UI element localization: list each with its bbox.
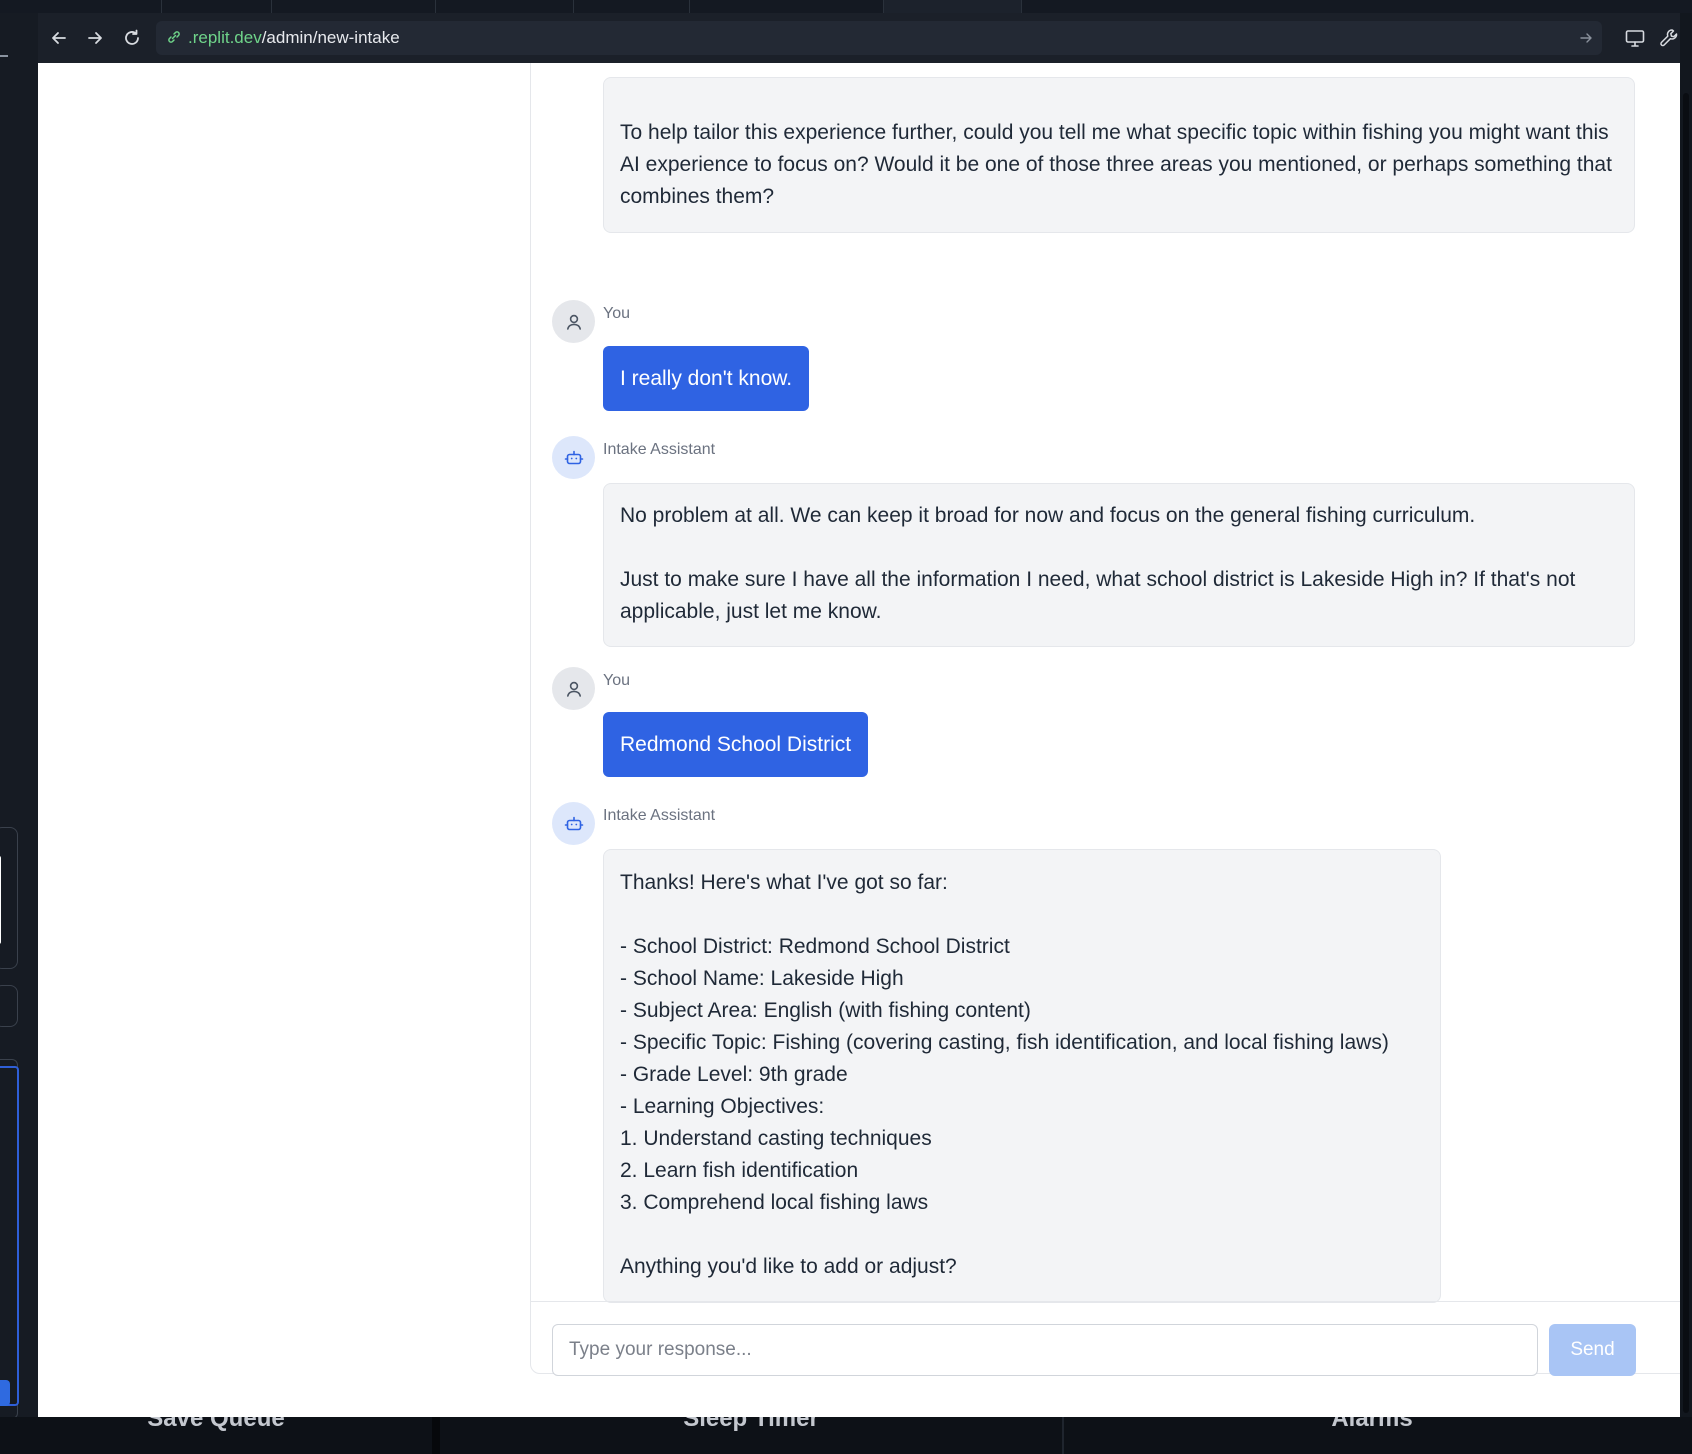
page-viewport: To help tailor this experience further, … xyxy=(38,63,1680,1417)
tab-sleep-timer[interactable]: Sleep Timer xyxy=(432,1417,1064,1454)
devtools-button[interactable] xyxy=(1658,27,1680,49)
page-sidebar-blank xyxy=(38,63,530,1417)
response-input[interactable] xyxy=(552,1324,1538,1376)
go-arrow-icon[interactable] xyxy=(1578,30,1594,46)
send-button[interactable]: Send xyxy=(1549,1324,1636,1376)
screen: .replit.dev/admin/new-intake To help tai… xyxy=(0,0,1692,1454)
left-panel xyxy=(0,13,38,1454)
user-message: Redmond School District xyxy=(603,712,869,777)
bottom-tabs: Save Queue Sleep Timer Alarms xyxy=(0,1417,1692,1454)
tab-label: Sleep Timer xyxy=(683,1417,819,1432)
browser-tab[interactable] xyxy=(436,0,574,13)
url-path: /admin/new-intake xyxy=(261,28,400,47)
reload-icon xyxy=(125,29,139,45)
wrench-icon xyxy=(1660,29,1678,47)
intake-chat-panel: To help tailor this experience further, … xyxy=(530,63,1680,1376)
user-avatar xyxy=(552,300,595,343)
devices-button[interactable] xyxy=(1624,27,1646,49)
sender-name: Intake Assistant xyxy=(603,807,716,824)
user-icon xyxy=(566,681,581,697)
sender-name: Intake Assistant xyxy=(603,441,716,458)
scrollbar[interactable] xyxy=(1683,93,1689,1413)
assistant-message: No problem at all. We can keep it broad … xyxy=(603,483,1635,647)
arrow-left-icon xyxy=(52,32,66,44)
browser-tab[interactable] xyxy=(38,0,162,13)
user-avatar xyxy=(552,667,595,710)
url-text: .replit.dev/admin/new-intake xyxy=(188,28,400,48)
back-button[interactable] xyxy=(48,27,70,49)
assistant-avatar xyxy=(552,436,595,479)
sender-name: You xyxy=(603,305,630,322)
right-edge xyxy=(1680,13,1692,1454)
side-action-button[interactable] xyxy=(0,1380,10,1406)
user-message: I really don't know. xyxy=(603,346,810,411)
forward-button[interactable] xyxy=(84,27,106,49)
side-card xyxy=(0,1059,19,1419)
user-icon xyxy=(566,314,581,330)
browser-tab-strip xyxy=(0,0,1692,13)
assistant-message: To help tailor this experience further, … xyxy=(603,77,1635,233)
monitor-icon xyxy=(1625,30,1645,47)
browser-tab[interactable] xyxy=(162,0,272,13)
bot-icon xyxy=(564,450,583,464)
arrow-right-icon xyxy=(88,32,102,44)
browser-tab[interactable] xyxy=(574,0,690,13)
collapse-icon[interactable] xyxy=(0,55,8,57)
browser-tab-active[interactable] xyxy=(884,0,1022,13)
browser-tab[interactable] xyxy=(690,0,884,13)
assistant-avatar xyxy=(552,802,595,845)
reload-button[interactable] xyxy=(121,27,143,49)
side-dropdown[interactable] xyxy=(0,985,18,1027)
address-bar[interactable]: .replit.dev/admin/new-intake xyxy=(156,21,1602,55)
url-host: .replit.dev xyxy=(188,28,262,47)
sender-name: You xyxy=(603,672,630,689)
tab-save-queue[interactable]: Save Queue xyxy=(0,1417,432,1454)
browser-toolbar: .replit.dev/admin/new-intake xyxy=(38,13,1680,63)
browser-tab[interactable] xyxy=(272,0,436,13)
link-icon xyxy=(168,31,180,43)
tab-label: Save Queue xyxy=(147,1417,285,1432)
tab-alarms[interactable]: Alarms xyxy=(1064,1417,1680,1454)
bot-icon xyxy=(564,816,583,830)
assistant-message: Thanks! Here's what I've got so far: - S… xyxy=(603,849,1441,1303)
tab-label: Alarms xyxy=(1331,1417,1413,1432)
composer-divider xyxy=(531,1301,1680,1302)
side-card xyxy=(0,827,18,969)
